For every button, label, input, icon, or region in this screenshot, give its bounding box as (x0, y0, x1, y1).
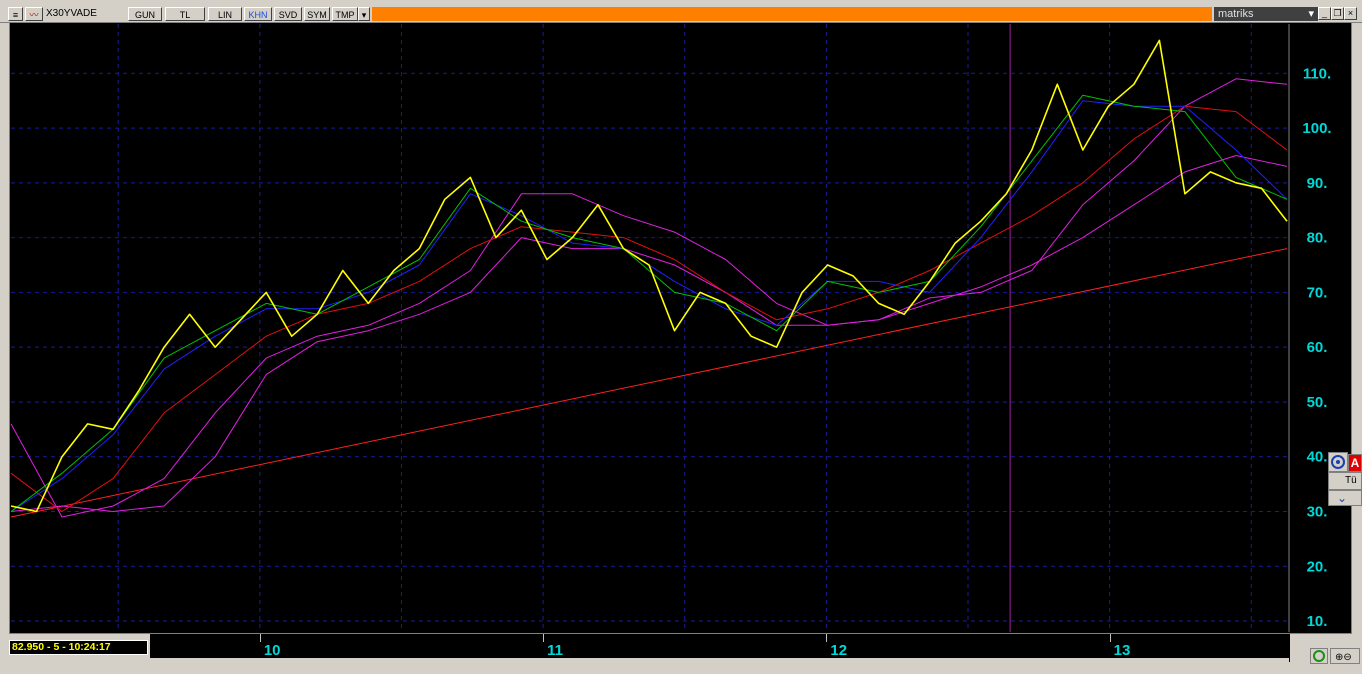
horizontal-scrollbar[interactable] (9, 658, 1289, 666)
y-tick-label: 30. (1307, 503, 1328, 520)
x-tick-mark (543, 634, 545, 642)
chart-type-icon[interactable]: 〰 (25, 7, 43, 21)
x-tick-mark (259, 634, 261, 642)
side-menu-item[interactable]: Tü (1328, 472, 1362, 490)
refresh-icon[interactable] (1310, 648, 1328, 664)
y-tick-label: 10. (1307, 613, 1328, 630)
y-tick-label: 60. (1307, 339, 1328, 356)
series-line-ma_mid (10, 105, 1288, 512)
alert-badge[interactable]: A (1348, 454, 1362, 472)
title-bar (372, 7, 1212, 21)
svg-text:⊕⊖: ⊕⊖ (1335, 652, 1352, 663)
y-tick-label: 80. (1307, 230, 1328, 247)
move-icon[interactable] (1328, 452, 1348, 472)
x-tick-label: 10 (263, 642, 281, 659)
y-tick-label: 40. (1307, 449, 1328, 466)
tl-button[interactable]: TL (165, 7, 205, 21)
series-line-ma_long (10, 78, 1288, 518)
y-tick-label: 100. (1302, 120, 1331, 137)
zoom-icon[interactable]: ⊕⊖ (1330, 648, 1360, 664)
y-tick-label: 90. (1307, 175, 1328, 192)
series-line-trendline (10, 248, 1288, 518)
menu-icon[interactable]: ≡ (8, 7, 23, 21)
sym-button[interactable]: SYM (304, 7, 330, 21)
restore-icon[interactable]: ❐ (1331, 7, 1344, 20)
tmp-button[interactable]: TMP (332, 7, 358, 21)
minimize-icon[interactable]: _ (1318, 7, 1331, 20)
series-line-ma_short (10, 94, 1288, 512)
toolbar: ≡ 〰 X30YVADE GUN TL LIN KHN SVD SYM TMP … (0, 0, 1362, 23)
gun-button[interactable]: GUN (128, 7, 162, 21)
status-readout: 82.950 - 5 - 10:24:17 (9, 640, 148, 655)
x-tick-mark (1109, 634, 1111, 642)
lin-button[interactable]: LIN (208, 7, 242, 21)
y-tick-label: 70. (1307, 284, 1328, 301)
x-tick-mark (826, 634, 828, 642)
brand-label: matriks (1218, 8, 1254, 20)
y-tick-label: 110. (1303, 65, 1331, 82)
brand-dropdown-icon[interactable]: ▾ (1308, 7, 1314, 21)
series-line-ma_long_2 (10, 155, 1288, 512)
series-line-ma_blue (10, 100, 1288, 512)
y-tick-label: 50. (1307, 394, 1328, 411)
symbol-field[interactable]: X30YVADE (44, 7, 126, 21)
close-icon[interactable]: × (1344, 7, 1357, 20)
x-tick-label: 11 (547, 642, 563, 659)
series-line-price (10, 39, 1288, 513)
chevron-down-icon[interactable]: ⌄ (1328, 490, 1362, 506)
x-tick-label: 13 (1113, 642, 1131, 659)
svd-button[interactable]: SVD (274, 7, 302, 21)
side-menu-label: Tü (1345, 475, 1357, 486)
x-tick-label: 12 (830, 642, 848, 659)
price-chart[interactable]: 10. 20. 30. 40. 50. 60. 70. 80. 90. 100. 110. (9, 22, 1352, 634)
brand-logo: matriks ▾ (1214, 7, 1318, 21)
khn-button[interactable]: KHN (244, 7, 272, 21)
dropdown-icon[interactable]: ▾ (358, 7, 370, 21)
y-tick-label: 20. (1307, 558, 1328, 575)
